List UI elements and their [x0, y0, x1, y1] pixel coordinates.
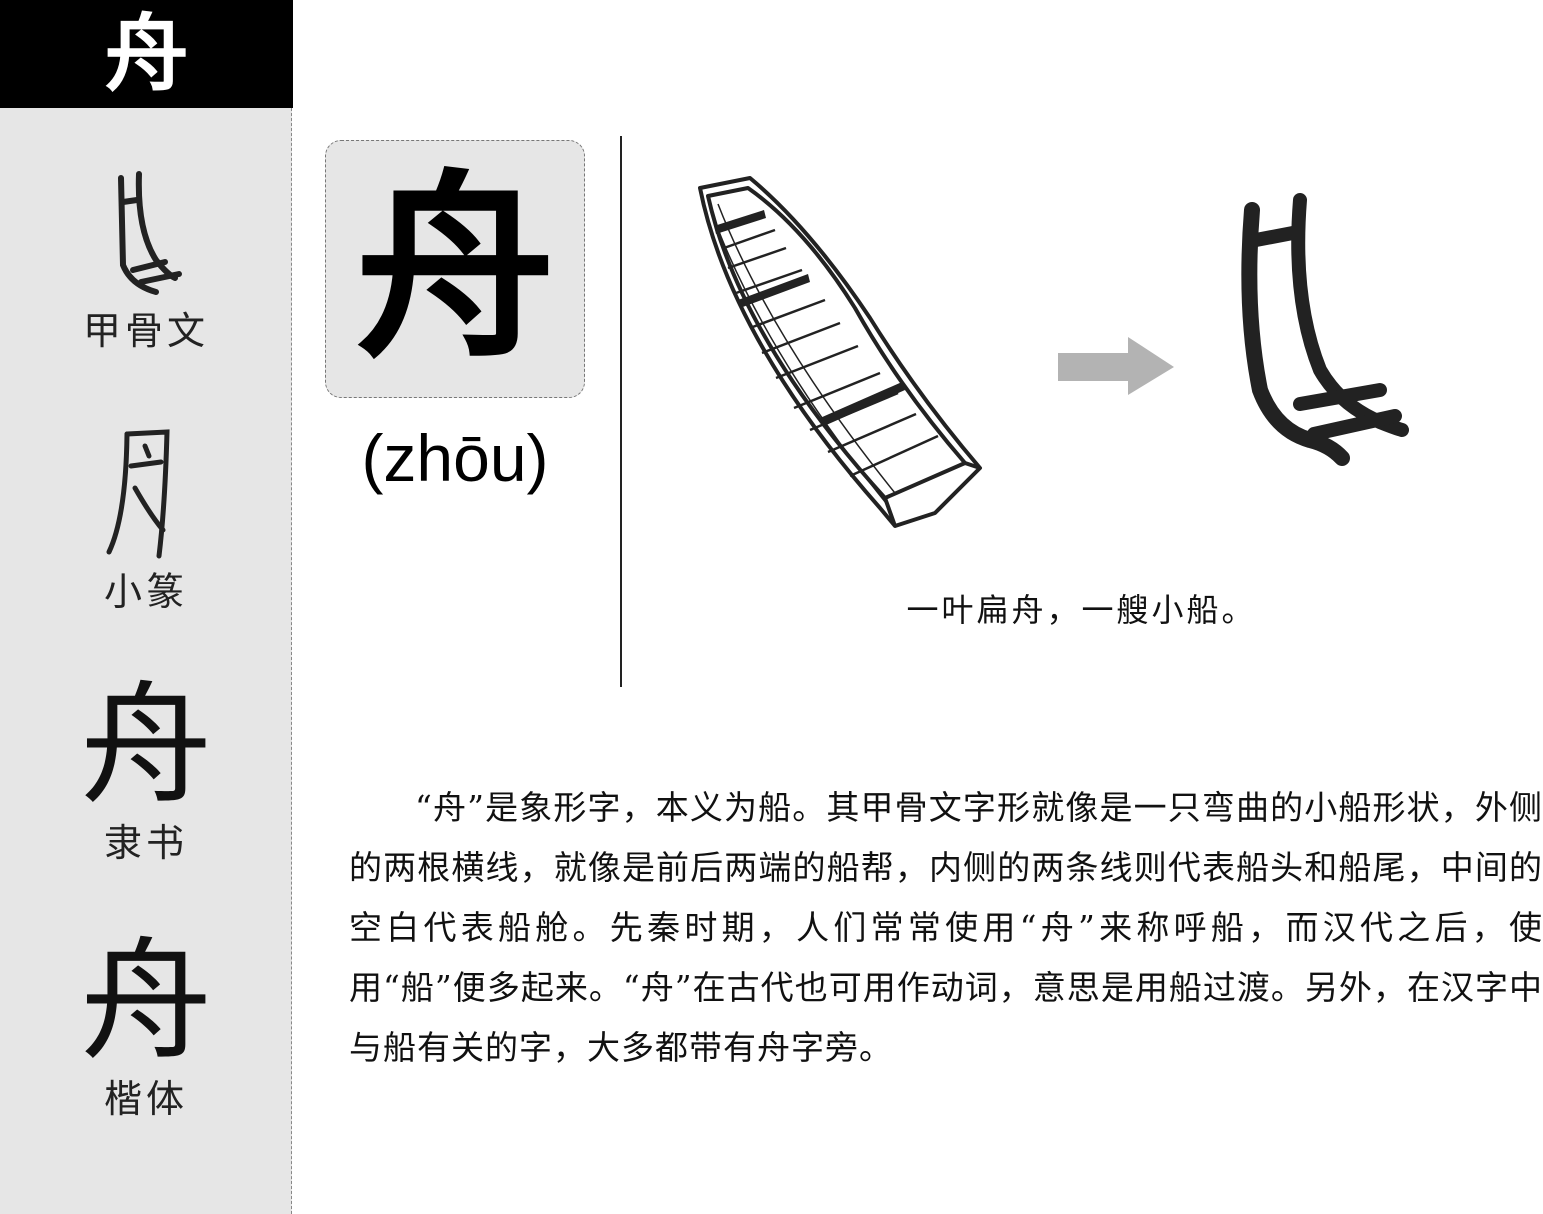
form-clerical: 舟 隶书: [0, 680, 292, 867]
arrow-right-icon: [1058, 337, 1174, 395]
illustration-caption: 一叶扁舟，一艘小船。: [906, 591, 1257, 629]
script-forms-sidebar: 甲骨文 小篆 舟 隶书 舟 楷体: [0, 108, 292, 1214]
oracle-bone-large-glyph: [1241, 193, 1409, 466]
clerical-glyph: 舟: [80, 669, 212, 823]
character-card: 舟: [325, 140, 585, 398]
regular-script-glyph: 舟: [80, 925, 212, 1079]
form-label-small-seal: 小篆: [103, 570, 188, 614]
boat-illustration: [698, 176, 982, 528]
form-label-regular: 楷体: [103, 1077, 188, 1121]
form-label-oracle-bone: 甲骨文: [82, 309, 209, 353]
form-regular: 舟 楷体: [0, 936, 292, 1123]
form-oracle-bone: 甲骨文: [0, 170, 292, 355]
title-character: 舟: [0, 0, 293, 108]
explanation-paragraph: “舟”是象形字，本义为船。其甲骨文字形就像是一只弯曲的小船形状，外侧的两根横线，…: [349, 788, 1543, 1067]
form-label-clerical: 隶书: [103, 821, 188, 865]
pinyin: (zhōu): [361, 421, 549, 495]
small-seal-glyph: [106, 429, 170, 559]
oracle-bone-glyph: [118, 171, 182, 295]
form-small-seal: 小篆: [0, 426, 292, 616]
main-character: 舟: [354, 151, 555, 386]
